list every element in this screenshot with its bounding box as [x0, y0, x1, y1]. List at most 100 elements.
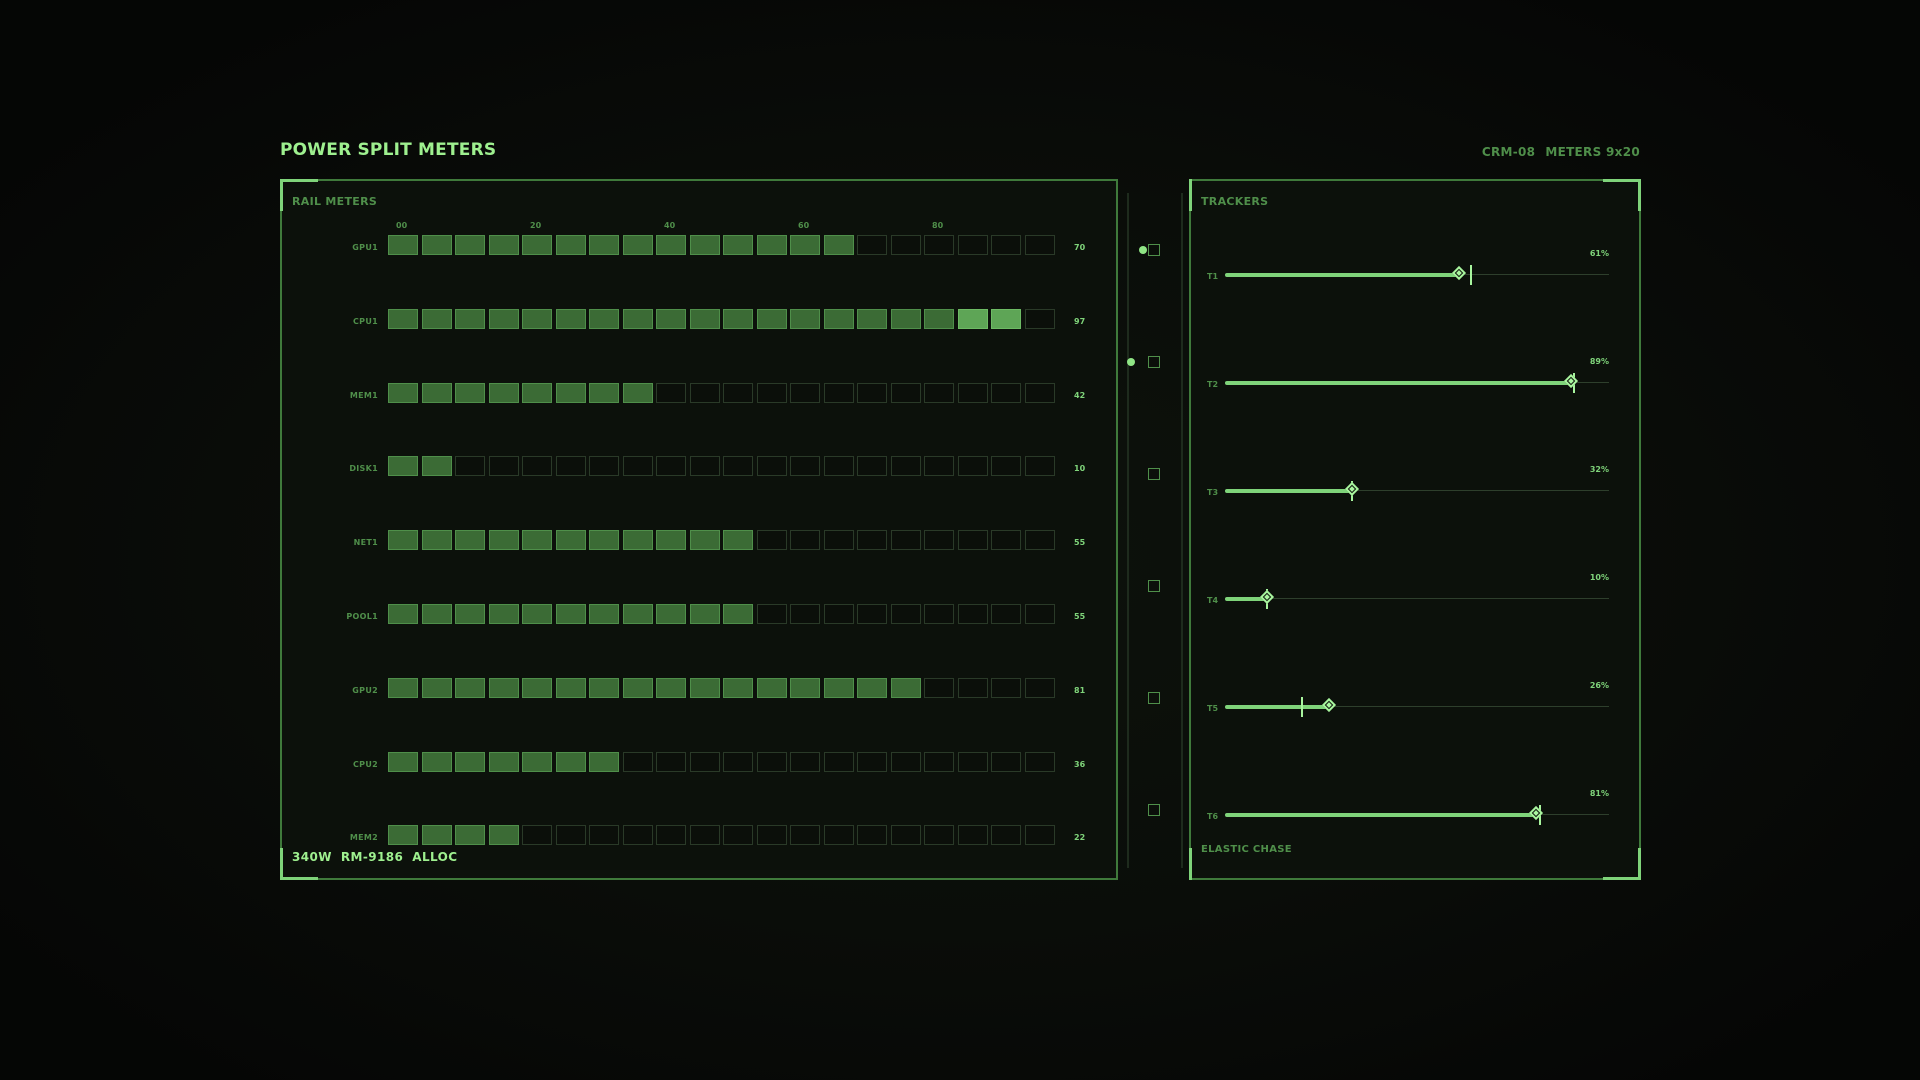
- meter-cell: [957, 530, 988, 551]
- meter-cell: [823, 604, 854, 624]
- meter-name: NET1: [353, 538, 378, 548]
- tracker-row-t3[interactable]: T3 32%: [1191, 465, 1639, 505]
- meter-cell: [455, 235, 485, 255]
- tracker-fill: [1225, 381, 1571, 385]
- meter-cell: [924, 456, 954, 477]
- meter-cell: [589, 235, 619, 255]
- meter-cell: [790, 677, 820, 698]
- meter-cell: [790, 456, 820, 477]
- meter-row-gpu2: GPU2 81: [282, 677, 1116, 706]
- tracker-fill: [1225, 489, 1352, 493]
- meter-cell: [388, 308, 418, 329]
- channel-toggle[interactable]: [1148, 468, 1160, 480]
- meter-cell: [656, 382, 686, 403]
- meter-cell: [656, 751, 686, 772]
- meter-row-pool1: POOL1 55: [282, 604, 1116, 632]
- tracker-percent: 26%: [1589, 681, 1609, 690]
- meter-cell: [1024, 751, 1055, 772]
- meter-cell: [1024, 530, 1055, 551]
- tracker-fill: [1225, 705, 1329, 709]
- meter-cell: [890, 382, 921, 403]
- meter-cell: [857, 530, 887, 551]
- tracker-handle[interactable]: [1452, 265, 1467, 281]
- meter-cell: [756, 530, 787, 551]
- tracker-row-t6[interactable]: T6 81%: [1191, 789, 1639, 829]
- meter-value: 42: [1074, 390, 1086, 400]
- meter-cell: [488, 530, 519, 551]
- meter-cell: [991, 235, 1021, 255]
- tracker-handle[interactable]: [1563, 373, 1578, 389]
- tracker-row-t2[interactable]: T2 89%: [1191, 357, 1639, 397]
- meter-name: MEM2: [349, 833, 378, 843]
- meter-cell: [622, 751, 653, 772]
- meter-cell: [656, 235, 686, 255]
- meter-cell: [589, 604, 619, 624]
- meter-cell: [823, 825, 854, 846]
- meter-cell: [689, 604, 720, 624]
- meter-cell: [823, 456, 854, 477]
- meter-cell: [857, 456, 887, 477]
- rail-meters-panel: RAIL METERS 00 20 40 60 80 GPU1 70 CPU1 97 MEM1 4…: [280, 179, 1118, 880]
- meter-cell: [488, 308, 519, 329]
- meter-cell: [589, 751, 619, 772]
- meter-cell: [656, 530, 686, 551]
- meter-row-mem1: MEM1 42: [282, 382, 1116, 411]
- meter-cell: [1024, 382, 1055, 403]
- panel-corner: [1603, 877, 1641, 880]
- meter-cell: [857, 604, 887, 624]
- tracker-handle[interactable]: [1344, 481, 1359, 497]
- meter-cell: [522, 751, 552, 772]
- meter-cell: [689, 751, 720, 772]
- tracker-name: T1: [1207, 272, 1219, 281]
- meter-cell: [689, 235, 720, 255]
- tracker-handle[interactable]: [1528, 805, 1544, 821]
- meter-cell: [823, 308, 854, 329]
- tracker-name: T4: [1207, 596, 1219, 605]
- channel-divider-left: [1127, 193, 1129, 868]
- channel-toggle[interactable]: [1148, 356, 1160, 368]
- scale-tick-label: 60: [798, 221, 810, 230]
- meter-cell: [991, 751, 1021, 772]
- channel-toggle[interactable]: [1148, 804, 1160, 816]
- meter-cell: [689, 382, 720, 403]
- meter-name: POOL1: [346, 612, 378, 621]
- meter-cell: [488, 382, 519, 403]
- meter-cell: [957, 456, 988, 477]
- tracker-handle[interactable]: [1260, 589, 1275, 605]
- meter-value: 70: [1074, 243, 1086, 252]
- meter-cell: [1024, 235, 1055, 255]
- meter-cell: [455, 604, 485, 624]
- meter-cell: [823, 382, 854, 403]
- meter-cell: [991, 825, 1021, 846]
- tracker-row-t1[interactable]: T1 61%: [1191, 249, 1639, 289]
- meter-cell: [723, 382, 753, 403]
- channel-toggle[interactable]: [1148, 580, 1160, 592]
- meter-cell: [756, 825, 787, 846]
- meter-cell: [555, 604, 586, 624]
- meter-cell: [790, 604, 820, 624]
- meter-cell: [723, 604, 753, 624]
- meter-cell: [823, 530, 854, 551]
- meter-cell: [890, 308, 921, 329]
- meter-cell: [723, 677, 753, 698]
- meter-cell: [957, 751, 988, 772]
- meter-cell: [522, 825, 552, 846]
- meter-cell: [421, 604, 452, 624]
- tracker-row-t5[interactable]: T5 26%: [1191, 681, 1639, 721]
- meter-cell: [924, 382, 954, 403]
- tracker-handle[interactable]: [1321, 697, 1336, 713]
- meter-cell: [756, 604, 787, 624]
- meter-cell: [522, 677, 552, 698]
- channel-toggle[interactable]: [1148, 692, 1160, 704]
- tracker-name: T5: [1207, 704, 1219, 713]
- power-readout: 340W: [292, 850, 332, 864]
- tracker-row-t4[interactable]: T4 10%: [1191, 573, 1639, 613]
- meter-cell: [723, 530, 753, 551]
- channel-toggle[interactable]: [1148, 244, 1160, 256]
- meter-cell: [622, 677, 653, 698]
- tracker-track: [1225, 598, 1609, 599]
- meter-cell: [756, 382, 787, 403]
- meter-cell: [421, 530, 452, 551]
- meter-cell: [488, 604, 519, 624]
- meter-name: DISK1: [349, 464, 378, 474]
